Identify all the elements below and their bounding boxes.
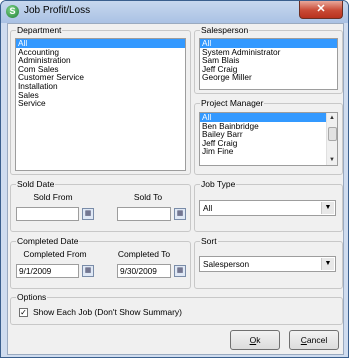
sort-group: Sort Salesperson ▼ [194, 236, 343, 289]
job-type-title: Job Type [200, 179, 237, 190]
completed-date-group: Completed Date Completed From Completed … [10, 236, 191, 289]
job-type-select[interactable]: All ▼ [199, 200, 336, 216]
project-manager-listbox[interactable]: All Ben Bainbridge Bailey Barr Jeff Craig Ji… [199, 112, 338, 166]
job-type-value: All [203, 203, 213, 213]
list-item[interactable]: Service [16, 99, 185, 108]
options-group: Options ✓ Show Each Job (Don't Show Summ… [10, 292, 343, 325]
completed-from-input[interactable]: 9/1/2009 [16, 264, 79, 278]
options-title: Options [16, 292, 48, 303]
job-profit-loss-window: S Job Profit/Loss ✕ Department All Accoun… [0, 0, 349, 358]
cancel-rest: ancel [306, 335, 328, 345]
scroll-thumb[interactable] [328, 127, 337, 141]
ok-rest: k [256, 335, 261, 345]
department-listbox[interactable]: All Accounting Administration Com Sales Cust… [15, 38, 186, 171]
completed-from-label: Completed From [23, 249, 87, 259]
sort-select[interactable]: Salesperson ▼ [199, 256, 336, 272]
window-title: Job Profit/Loss [24, 5, 91, 16]
chevron-down-icon[interactable]: ▼ [321, 202, 334, 214]
calendar-icon[interactable]: ▦ [82, 265, 94, 277]
sold-date-title: Sold Date [16, 179, 56, 190]
app-icon: S [6, 5, 19, 18]
sold-to-label: Sold To [133, 192, 163, 202]
sold-date-group: Sold Date Sold From Sold To ▦ ▦ [10, 179, 191, 232]
salesperson-title: Salesperson [200, 25, 250, 36]
list-item[interactable]: Installation [16, 82, 185, 91]
close-button[interactable]: ✕ [299, 1, 343, 19]
scroll-down-icon[interactable]: ▼ [327, 155, 337, 165]
show-each-job-checkbox[interactable]: ✓ [19, 308, 28, 317]
department-title: Department [16, 25, 63, 36]
chevron-down-icon[interactable]: ▼ [321, 258, 334, 270]
dialog-body: Department All Accounting Administration Co… [7, 23, 344, 355]
scroll-up-icon[interactable]: ▲ [327, 113, 337, 123]
calendar-icon[interactable]: ▦ [174, 265, 186, 277]
cancel-button[interactable]: Cancel [289, 330, 339, 350]
sold-to-input[interactable] [117, 207, 171, 221]
list-item[interactable]: George Miller [200, 73, 337, 82]
completed-to-label: Completed To [117, 249, 171, 259]
salesperson-listbox[interactable]: All System Administrator Sam Blais Jeff Cra… [199, 38, 338, 90]
list-item[interactable]: Jim Fine [200, 147, 337, 156]
project-manager-group: Project Manager All Ben Bainbridge Bailey … [194, 98, 343, 175]
job-type-group: Job Type All ▼ [194, 179, 343, 232]
title-bar[interactable]: S Job Profit/Loss ✕ [1, 1, 348, 23]
project-manager-title: Project Manager [200, 98, 265, 109]
sold-from-label: Sold From [33, 192, 73, 202]
completed-date-title: Completed Date [16, 236, 80, 247]
show-each-job-label[interactable]: Show Each Job (Don't Show Summary) [33, 307, 182, 317]
sold-from-input[interactable] [16, 207, 79, 221]
salesperson-group: Salesperson All System Administrator Sam B… [194, 25, 343, 94]
sort-title: Sort [200, 236, 218, 247]
calendar-icon[interactable]: ▦ [174, 208, 186, 220]
ok-button[interactable]: Ok [230, 330, 280, 350]
pm-scrollbar[interactable]: ▲ ▼ [326, 113, 337, 165]
department-group: Department All Accounting Administration Co… [10, 25, 191, 175]
sort-value: Salesperson [203, 259, 250, 269]
completed-to-input[interactable]: 9/30/2009 [117, 264, 171, 278]
calendar-icon[interactable]: ▦ [82, 208, 94, 220]
